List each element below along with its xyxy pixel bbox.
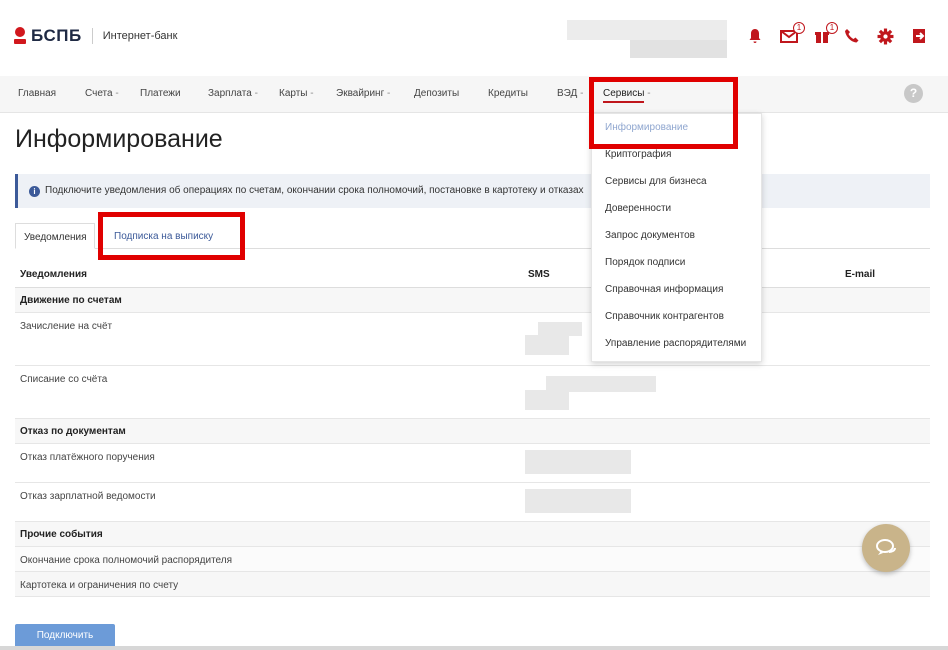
section-title: Прочие события xyxy=(20,529,103,540)
table-row: Отказ зарплатной ведомости xyxy=(15,483,930,522)
notifications-table: Уведомления SMS E-mail Движение по счета… xyxy=(15,262,930,597)
info-banner: i Подключите уведомления об операциях по… xyxy=(15,174,930,208)
nav-label: Платежи xyxy=(140,88,181,99)
nav-label: Карты xyxy=(279,88,308,99)
row-label: Отказ платёжного поручения xyxy=(20,452,155,463)
nav-caret: - xyxy=(384,88,391,99)
table-row: Картотека и ограничения по счету xyxy=(15,572,930,597)
section-row: Прочие события xyxy=(15,522,930,547)
nav-item-home[interactable]: Главная xyxy=(18,88,56,99)
nav-label: Эквайринг xyxy=(336,88,385,99)
row-label: Зачисление на счёт xyxy=(20,321,113,332)
redacted-sms-value xyxy=(525,450,631,474)
info-icon: i xyxy=(29,186,40,197)
row-label: Картотека и ограничения по счету xyxy=(20,580,179,591)
nav-item-cards[interactable]: Карты - xyxy=(279,88,314,99)
nav-label: Счета xyxy=(85,88,113,99)
row-label: Окончание срока полномочий распорядителя xyxy=(20,555,233,566)
nav-label: Главная xyxy=(18,88,57,99)
menu-item-signing-order[interactable]: Порядок подписи xyxy=(605,257,685,268)
gifts-badge: 1 xyxy=(826,22,838,34)
bank-logo[interactable]: БСПБ Интернет-банк xyxy=(14,26,177,46)
table-row: Списание со счёта xyxy=(15,366,930,419)
nav-caret: - xyxy=(112,88,119,99)
redacted-sms-value xyxy=(525,335,569,355)
row-label: Отказ зарплатной ведомости xyxy=(20,491,156,502)
logo-divider xyxy=(91,28,93,44)
logo-text: БСПБ xyxy=(31,26,82,45)
gift-icon[interactable]: 1 xyxy=(812,22,838,48)
table-row: Окончание срока полномочий распорядителя xyxy=(15,547,930,572)
redacted-user-info xyxy=(567,20,727,40)
logout-icon[interactable] xyxy=(909,28,929,48)
nav-label: ВЭД xyxy=(557,88,578,99)
bottom-scroll-area xyxy=(0,646,948,650)
main-nav: Главная Счета - Платежи Зарплата - Карты… xyxy=(0,76,948,113)
section-row: Отказ по документам xyxy=(15,419,930,444)
info-text: Подключите уведомления об операциях по с… xyxy=(45,185,584,196)
nav-item-accounts[interactable]: Счета - xyxy=(85,88,119,99)
redacted-sms-value xyxy=(538,322,582,336)
messages-badge: 1 xyxy=(793,22,805,34)
column-header-sms: SMS xyxy=(528,269,550,280)
help-icon[interactable]: ? xyxy=(904,84,923,103)
table-row: Отказ платёжного поручения xyxy=(15,444,930,483)
nav-item-deposits[interactable]: Депозиты xyxy=(414,88,459,99)
menu-item-reference-info[interactable]: Справочная информация xyxy=(605,284,723,295)
phone-icon[interactable] xyxy=(842,28,862,48)
section-title: Отказ по документам xyxy=(20,426,126,437)
table-header: Уведомления SMS E-mail xyxy=(15,262,930,288)
nav-item-credits[interactable]: Кредиты xyxy=(488,88,528,99)
nav-item-salary[interactable]: Зарплата - xyxy=(208,88,258,99)
nav-caret: - xyxy=(251,88,258,99)
table-row: Зачисление на счёт xyxy=(15,313,930,366)
highlight-box-subscription-tab xyxy=(98,212,245,260)
bell-icon[interactable] xyxy=(745,28,765,48)
nav-item-ved[interactable]: ВЭД - xyxy=(557,88,583,99)
highlight-box-services xyxy=(589,77,738,149)
menu-item-power-of-attorney[interactable]: Доверенности xyxy=(605,203,671,214)
row-label: Списание со счёта xyxy=(20,374,108,385)
section-title: Движение по счетам xyxy=(20,295,122,306)
redacted-sms-value xyxy=(525,489,631,513)
menu-item-counterparties[interactable]: Справочник контрагентов xyxy=(605,311,724,322)
tab-notifications[interactable]: Уведомления xyxy=(15,223,95,249)
logo-mark-icon xyxy=(14,27,26,45)
logo-subtitle: Интернет-банк xyxy=(102,30,178,42)
nav-caret: - xyxy=(307,88,314,99)
menu-item-cryptography[interactable]: Криптография xyxy=(605,149,671,160)
chat-widget-button[interactable] xyxy=(862,524,910,572)
section-row: Движение по счетам xyxy=(15,288,930,313)
menu-item-business-services[interactable]: Сервисы для бизнеса xyxy=(605,176,707,187)
nav-label: Зарплата xyxy=(208,88,252,99)
chat-bubbles-icon xyxy=(876,539,896,555)
nav-caret: - xyxy=(577,88,584,99)
services-dropdown-menu: Информирование Криптография Сервисы для … xyxy=(591,113,762,362)
top-header: БСПБ Интернет-банк 1 1 xyxy=(0,0,948,72)
redacted-sms-value xyxy=(525,390,569,410)
column-header-notifications: Уведомления xyxy=(20,269,87,280)
nav-item-acquiring[interactable]: Эквайринг - xyxy=(336,88,390,99)
redacted-user-info-2 xyxy=(630,40,727,58)
gear-icon[interactable] xyxy=(875,28,895,48)
nav-item-payments[interactable]: Платежи xyxy=(140,88,181,99)
column-header-email: E-mail xyxy=(845,269,876,280)
menu-item-manage-managers[interactable]: Управление распорядителями xyxy=(605,338,746,349)
page-title: Информирование xyxy=(15,125,223,153)
nav-label: Кредиты xyxy=(488,88,528,99)
nav-label: Депозиты xyxy=(414,88,460,99)
envelope-icon[interactable]: 1 xyxy=(779,22,805,48)
menu-item-document-request[interactable]: Запрос документов xyxy=(605,230,695,241)
